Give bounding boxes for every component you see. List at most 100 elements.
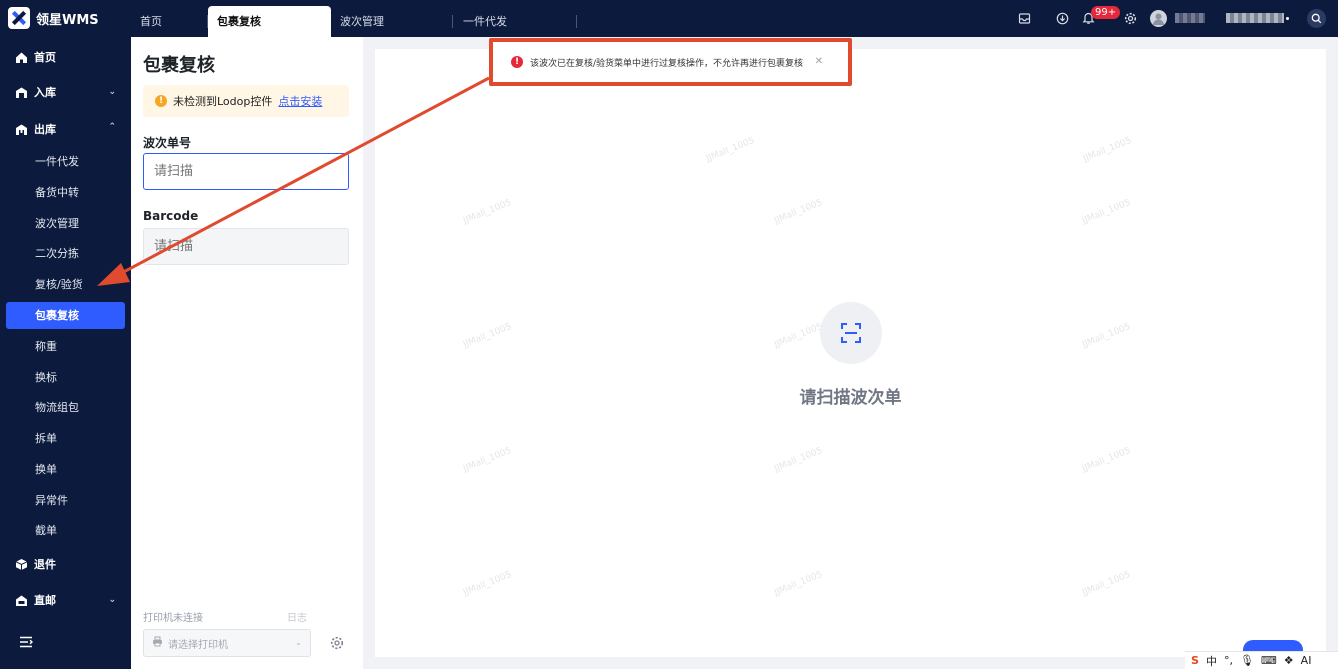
sidebar-item-relabel[interactable]: 换标 [6, 364, 125, 391]
tab-bar: 首页 包裹复核 波次管理 一件代发 [131, 6, 577, 37]
watermark: JJMall_1005 [704, 135, 757, 165]
org-redacted[interactable] [1226, 13, 1284, 23]
printer-settings-icon[interactable] [330, 636, 344, 650]
sidebar-item-stock-transfer[interactable]: 备货中转 [6, 179, 125, 206]
sidebar-item-exceptions[interactable]: 异常件 [6, 487, 125, 514]
watermark: JJMall_1005 [461, 197, 514, 227]
warehouse-out-icon [15, 123, 28, 136]
sidebar-item-direct-mail[interactable]: 直邮 ⌄ [0, 585, 131, 615]
barcode-input[interactable] [143, 228, 349, 265]
sidebar-item-logistics-packing[interactable]: 物流组包 [6, 394, 125, 421]
watermark: JJMall_1005 [772, 445, 825, 475]
watermark: JJMall_1005 [461, 321, 514, 351]
scan-panel: 包裹复核 ! 未检测到Lodop控件 点击安装 波次单号 Barcode 打印机… [131, 37, 363, 669]
return-box-icon [15, 558, 28, 571]
keyboard-icon[interactable]: ⌨ [1261, 654, 1277, 667]
inbox-icon[interactable] [1016, 10, 1032, 26]
warehouse-in-icon [15, 86, 28, 99]
watermark: JJMall_1005 [1080, 569, 1133, 599]
install-link[interactable]: 点击安装 [278, 93, 322, 109]
sidebar-item-weighing[interactable]: 称重 [6, 333, 125, 360]
watermark: JJMall_1005 [772, 569, 825, 599]
sidebar-item-label: 入库 [34, 86, 56, 99]
gear-icon[interactable] [1122, 10, 1138, 26]
ime-mode[interactable]: 中 [1206, 653, 1217, 669]
watermark: JJMall_1005 [1081, 135, 1134, 165]
sidebar-item-review-inspection[interactable]: 复核/验货 [6, 271, 125, 298]
top-bar: 领星WMS 首页 包裹复核 波次管理 一件代发 99+ [0, 0, 1338, 37]
watermark: JJMall_1005 [772, 197, 825, 227]
chevron-down-icon: ⌄ [295, 638, 302, 647]
sidebar-item-outbound[interactable]: 出库 ⌃ [0, 114, 131, 144]
direct-mail-icon [15, 594, 28, 607]
log-link[interactable]: 日志 [287, 609, 307, 624]
scan-prompt: 请扫描波次单 [799, 388, 902, 408]
skin-icon[interactable]: ❖ [1284, 654, 1294, 667]
error-icon: ! [511, 56, 523, 68]
wave-number-input[interactable] [143, 153, 349, 190]
ai-label[interactable]: AI [1301, 654, 1312, 667]
tab-wave-management[interactable]: 波次管理 [331, 6, 453, 37]
sidebar-item-label: 直邮 [34, 594, 56, 607]
search-button[interactable] [1307, 9, 1326, 28]
watermark: JJMall_1005 [461, 445, 514, 475]
watermark: JJMall_1005 [1080, 445, 1133, 475]
tab-dropshipping[interactable]: 一件代发 [453, 6, 577, 37]
watermark: JJMall_1005 [461, 569, 514, 599]
menu-collapse-icon[interactable] [19, 635, 34, 649]
chevron-up-icon: ⌃ [108, 122, 116, 132]
system-tray: S 中 °, 🎙 ⌨ ❖ AI [1185, 651, 1338, 669]
error-toast: ! 该波次已在复核/验货菜单中进行过复核操作，不允许再进行包裹复核 ✕ [501, 48, 837, 76]
chevron-down-icon: ⌄ [108, 595, 116, 605]
sidebar-item-split-order[interactable]: 拆单 [6, 425, 125, 452]
lodop-warning: ! 未检测到Lodop控件 点击安装 [143, 85, 349, 117]
sidebar-item-label: 首页 [34, 51, 56, 64]
watermark: JJMall_1005 [772, 321, 825, 351]
printer-status: 打印机未连接 [143, 613, 203, 624]
app-logo[interactable]: 领星WMS [8, 7, 99, 29]
sidebar-item-wave-management[interactable]: 波次管理 [6, 210, 125, 237]
dropdown-dot-icon [1286, 17, 1289, 20]
printer-select[interactable]: 请选择打印机 ⌄ [143, 629, 311, 657]
barcode-label: Barcode [143, 209, 199, 223]
warning-icon: ! [155, 95, 167, 107]
notification-badge: 99+ [1091, 6, 1121, 19]
watermark: JJMall_1005 [1080, 197, 1133, 227]
home-icon [15, 51, 28, 64]
tab-home[interactable]: 首页 [131, 6, 208, 37]
watermark: JJMall_1005 [1080, 321, 1133, 351]
main-content: JJMall_1005 JJMall_1005 JJMall_1005 JJMa… [375, 49, 1326, 660]
punctuation-icon[interactable]: °, [1224, 654, 1233, 667]
printer-placeholder: 请选择打印机 [168, 639, 228, 651]
microphone-icon[interactable]: 🎙 [1240, 654, 1254, 667]
sidebar-item-returns[interactable]: 退件 [0, 549, 131, 579]
page-title: 包裹复核 [143, 55, 215, 76]
chevron-down-icon: ⌄ [108, 87, 116, 97]
scan-illustration [820, 302, 882, 364]
download-icon[interactable] [1054, 10, 1070, 26]
sidebar-item-label: 退件 [34, 558, 56, 571]
alert-text: 未检测到Lodop控件 [173, 95, 273, 108]
sidebar-item-package-review[interactable]: 包裹复核 [6, 302, 125, 329]
sidebar-item-secondary-sorting[interactable]: 二次分拣 [6, 240, 125, 267]
sidebar-item-label: 出库 [34, 123, 56, 136]
username-redacted [1175, 13, 1205, 23]
tab-package-review[interactable]: 包裹复核 [208, 6, 331, 37]
sidebar-item-dropshipping[interactable]: 一件代发 [6, 148, 125, 175]
sidebar-item-change-order[interactable]: 换单 [6, 456, 125, 483]
sidebar-item-inbound[interactable]: 入库 ⌄ [0, 77, 131, 107]
app-name: 领星WMS [36, 12, 99, 28]
sidebar-item-home[interactable]: 首页 [0, 42, 131, 72]
sidebar-item-intercept[interactable]: 截单 [6, 517, 125, 544]
wave-label: 波次单号 [143, 136, 192, 150]
logo-icon [8, 7, 30, 29]
sogou-ime-icon[interactable]: S [1191, 654, 1199, 667]
avatar[interactable] [1150, 10, 1167, 27]
sidebar: 首页 入库 ⌄ 出库 ⌃ 一件代发 备货中转 波次管理 二次分拣 复核/验货 包… [0, 37, 131, 669]
close-icon[interactable]: ✕ [815, 56, 823, 67]
scan-icon [841, 323, 861, 343]
annotation-highlight-box: ! 该波次已在复核/验货菜单中进行过复核操作，不允许再进行包裹复核 ✕ [489, 38, 852, 86]
printer-icon [152, 636, 163, 650]
toast-message: 该波次已在复核/验货菜单中进行过复核操作，不允许再进行包裹复核 [530, 58, 804, 69]
search-icon [1311, 13, 1322, 24]
